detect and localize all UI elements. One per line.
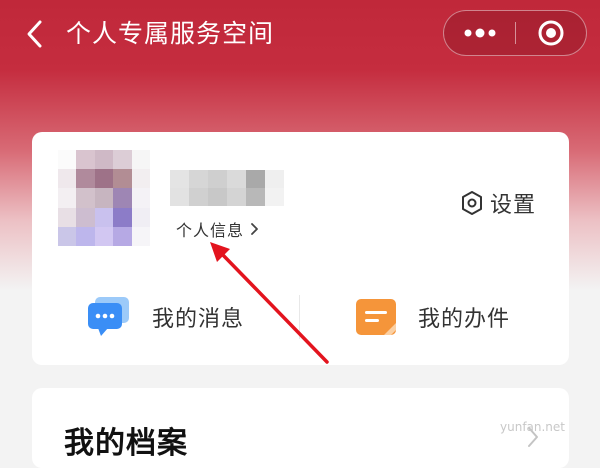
quick-actions: 我的消息 我的办件 <box>32 287 569 347</box>
mini-program-capsule <box>443 10 587 56</box>
personal-info-label: 个人信息 <box>176 221 245 240</box>
more-dots-icon <box>464 28 495 38</box>
hexagon-gear-icon <box>462 191 482 215</box>
my-tasks-button[interactable]: 我的办件 <box>354 287 510 347</box>
personal-info-link[interactable]: 个人信息 <box>176 218 259 240</box>
target-close-icon <box>538 20 564 46</box>
document-icon <box>356 299 396 335</box>
my-tasks-label: 我的办件 <box>418 307 511 332</box>
my-messages-label: 我的消息 <box>152 307 245 332</box>
chevron-left-icon <box>27 20 42 48</box>
chat-bubble-icon <box>88 297 129 336</box>
back-button[interactable] <box>18 16 50 52</box>
archive-card[interactable]: 我的档案 <box>32 388 569 468</box>
settings-button[interactable]: 设置 <box>460 187 536 219</box>
chevron-right-icon <box>250 222 259 236</box>
action-divider <box>299 295 300 339</box>
username-redacted <box>170 170 284 206</box>
navigation-bar: 个人专属服务空间 <box>0 0 600 68</box>
settings-label: 设置 <box>490 193 537 218</box>
more-button[interactable] <box>444 11 515 55</box>
avatar[interactable] <box>58 150 150 246</box>
my-messages-button[interactable]: 我的消息 <box>86 287 244 347</box>
archive-title: 我的档案 <box>64 426 188 461</box>
watermark: yunfan.net <box>500 420 566 434</box>
close-button[interactable] <box>516 11 586 55</box>
page-title: 个人专属服务空间 <box>66 19 275 48</box>
profile-card: 个人信息 设置 我的消息 我的办件 <box>32 132 569 365</box>
